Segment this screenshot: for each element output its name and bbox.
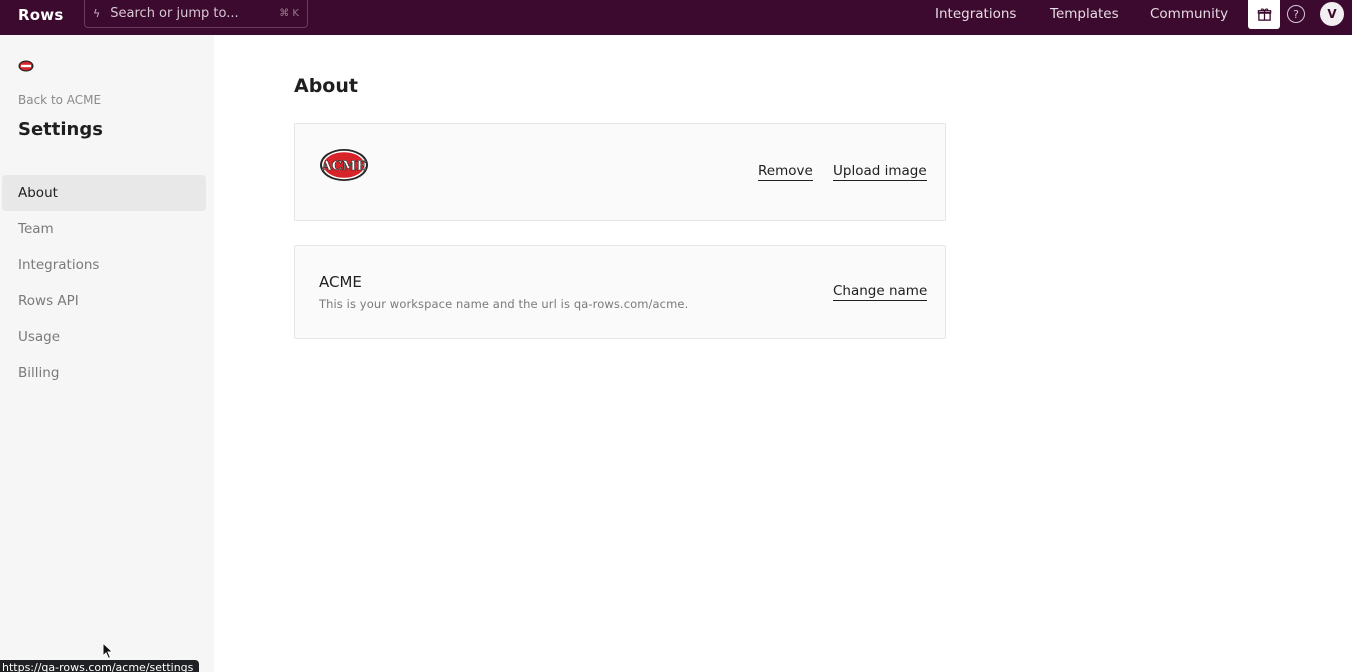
acme-logo-text: ACME [321,159,367,174]
search-shortcut: ⌘ K [279,8,299,19]
nav-link-integrations[interactable]: Integrations [935,6,1016,22]
workspace-logo-card: ACME Remove Upload image [294,123,946,221]
status-url-tooltip: https://qa-rows.com/acme/settings [0,660,200,672]
search-box[interactable]: ϟ Search or jump to... ⌘ K [84,0,308,28]
sidebar-title: Settings [18,119,103,140]
workspace-name-card: ACME This is your workspace name and the… [294,245,946,339]
nav-link-community[interactable]: Community [1150,6,1228,22]
sidebar-item-integrations[interactable]: Integrations [2,247,206,283]
mouse-cursor-icon [102,642,114,660]
remove-logo-button[interactable]: Remove [758,163,813,181]
gift-button[interactable] [1248,0,1280,29]
page-title: About [294,75,358,97]
change-name-button[interactable]: Change name [833,283,928,301]
sidebar-item-about[interactable]: About [2,175,206,211]
bolt-icon: ϟ [93,7,101,20]
top-bar: Rows ϟ Search or jump to... ⌘ K Integrat… [0,0,1352,35]
settings-sidebar: Back to ACME Settings About Team Integra… [0,35,214,672]
workspace-logo-icon [18,60,34,72]
nav-link-templates[interactable]: Templates [1050,6,1119,22]
search-placeholder: Search or jump to... [110,6,239,21]
sidebar-item-billing[interactable]: Billing [2,355,206,391]
gift-icon [1257,8,1271,21]
upload-image-button[interactable]: Upload image [833,163,927,181]
rows-logo[interactable]: Rows [18,6,63,24]
workspace-description: This is your workspace name and the url … [319,297,689,311]
acme-logo: ACME [320,149,368,181]
sidebar-item-usage[interactable]: Usage [2,319,206,355]
avatar[interactable]: V [1320,2,1344,26]
back-link[interactable]: Back to ACME [18,93,101,107]
workspace-name: ACME [319,273,362,291]
help-icon[interactable]: ? [1287,5,1305,23]
sidebar-item-rows-api[interactable]: Rows API [2,283,206,319]
sidebar-item-team[interactable]: Team [2,211,206,247]
